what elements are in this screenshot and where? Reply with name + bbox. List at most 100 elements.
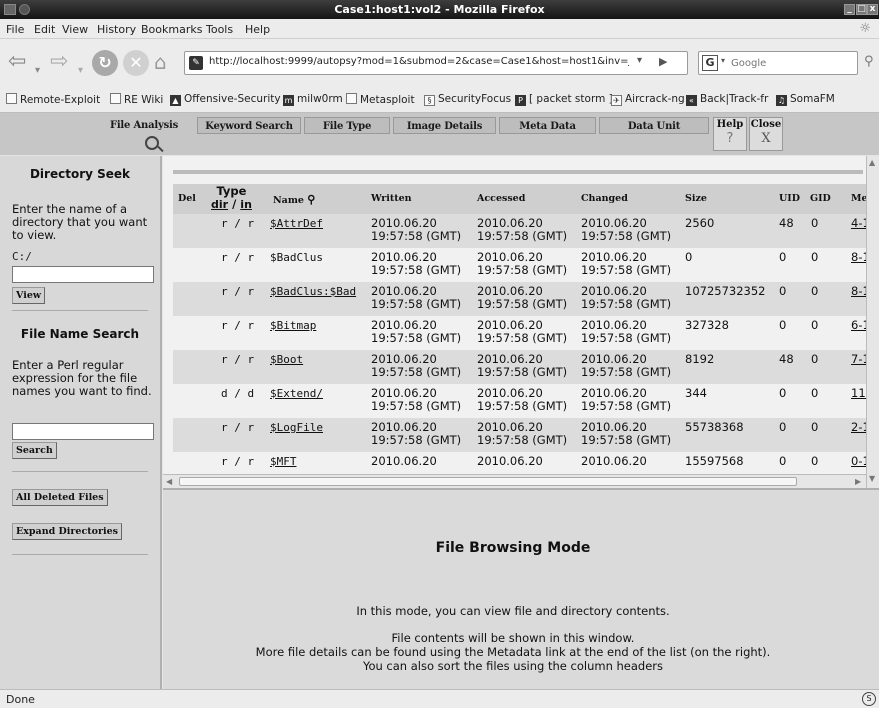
col-name[interactable]: Name ⚲: [273, 193, 315, 206]
go-arrow-icon[interactable]: ▶: [659, 55, 667, 68]
bookmark-metasploit[interactable]: Metasploit: [346, 93, 415, 106]
forward-history-dropdown-icon[interactable]: ▾: [78, 56, 83, 86]
maximize-icon[interactable]: □: [856, 4, 867, 15]
minimize-icon[interactable]: _: [844, 4, 855, 15]
url-bar[interactable]: ✎ http://localhost:9999/autopsy?mod=1&su…: [184, 51, 688, 75]
autopsy-menu: File Analysis Keyword Search File Type I…: [0, 113, 879, 155]
cell-gid: 0: [811, 386, 819, 400]
cell-name[interactable]: $Boot: [270, 353, 303, 366]
tab-meta-data[interactable]: Meta Data: [499, 117, 596, 134]
file-analysis-magnifier-icon: [145, 136, 159, 150]
url-dropdown-icon[interactable]: ▾: [637, 55, 642, 66]
col-written[interactable]: Written: [371, 193, 412, 204]
cell-accessed: 2010.06.20 19:57:58 (GMT): [477, 386, 568, 413]
close-button[interactable]: Close X: [749, 117, 783, 151]
dir-seek-input[interactable]: [12, 266, 154, 283]
menu-file[interactable]: File: [6, 23, 24, 36]
home-button[interactable]: ⌂: [154, 47, 167, 77]
cell-uid: 48: [779, 352, 794, 366]
bookmark-packet-storm[interactable]: P[ packet storm ]: [515, 93, 613, 106]
bookmark-milw0rm[interactable]: m milw0rm: [283, 93, 343, 106]
cell-accessed: 2010.06.20 19:57:58 (GMT): [477, 352, 568, 379]
bookmark-re-wiki[interactable]: RE Wiki: [110, 93, 163, 106]
cell-size: 8192: [685, 352, 715, 366]
menu-view[interactable]: View: [62, 23, 88, 36]
cell-gid: 0: [811, 352, 819, 366]
menu-edit[interactable]: Edit: [34, 23, 55, 36]
cell-type: r / r: [221, 421, 255, 434]
search-input[interactable]: [731, 55, 851, 71]
col-accessed[interactable]: Accessed: [477, 193, 525, 204]
view-button[interactable]: View: [12, 287, 46, 304]
all-deleted-files-button[interactable]: All Deleted Files: [12, 489, 108, 506]
bookmark-somafm[interactable]: ♫ SomaFM: [776, 93, 835, 106]
scroll-right-icon[interactable]: ▶: [855, 477, 861, 486]
bookmark-backtrack-fr[interactable]: «Back|Track-fr: [686, 93, 768, 106]
cell-name[interactable]: $Extend/: [270, 387, 323, 400]
cell-gid: 0: [811, 420, 819, 434]
col-uid[interactable]: UID: [779, 193, 800, 204]
table-row: r / r $AttrDef 2010.06.20 19:57:58 (GMT) 201…: [173, 214, 873, 248]
scroll-down-icon[interactable]: ▼: [869, 474, 875, 483]
somafm-logo-icon: ♫: [776, 95, 787, 106]
cell-uid: 0: [779, 284, 787, 298]
aircrack-logo-icon: ✈: [611, 95, 622, 106]
stop-button[interactable]: ✕: [123, 50, 149, 76]
table-row: r / r $Boot 2010.06.20 19:57:58 (GMT) 2010.0…: [173, 350, 873, 384]
status-bar: Done S: [0, 689, 879, 708]
sort-dir-link[interactable]: dir: [211, 198, 228, 211]
menu-tools[interactable]: Tools: [206, 23, 233, 36]
menu-help[interactable]: Help: [245, 23, 270, 36]
cell-written: 2010.06.20 19:57:58 (GMT): [371, 420, 462, 447]
help-button[interactable]: Help?: [713, 117, 747, 151]
tab-file-analysis[interactable]: File Analysis: [94, 117, 194, 134]
cell-name[interactable]: $MFT: [270, 455, 297, 468]
sort-in-link[interactable]: in: [240, 198, 252, 211]
cell-name[interactable]: $LogFile: [270, 421, 323, 434]
cell-gid: 0: [811, 454, 819, 468]
table-row: d / d $Extend/2010.06.20 19:57:58 (GMT) 201…: [173, 384, 873, 418]
bookmark-aircrack-ng[interactable]: ✈ Aircrack-ng: [611, 93, 685, 106]
file-list-pane: Del Type dir / in Name ⚲ Written Accesse…: [163, 156, 879, 488]
bookmark-offensive-security[interactable]: ▲ Offensive-Security: [170, 93, 281, 106]
menu-bookmarks[interactable]: Bookmarks: [141, 23, 202, 36]
cell-changed: 2010.06.20: [581, 454, 647, 468]
engine-dropdown-icon[interactable]: ▾: [721, 56, 725, 65]
status-security-icon: S: [862, 692, 876, 706]
bookmark-securityfocus[interactable]: § SecurityFocus: [424, 93, 511, 106]
col-del[interactable]: Del: [178, 193, 196, 204]
bookmark-remote-exploit[interactable]: Remote-Exploit: [6, 93, 100, 106]
file-list-vertical-scrollbar[interactable]: ▲ ▼: [866, 156, 879, 488]
cell-name[interactable]: $BadClus:$Bad: [270, 285, 356, 298]
cell-name[interactable]: $AttrDef: [270, 217, 323, 230]
google-engine-icon[interactable]: G: [702, 55, 718, 71]
reload-button[interactable]: ↻: [92, 50, 118, 76]
col-changed[interactable]: Changed: [581, 193, 628, 204]
scroll-left-icon[interactable]: ◀: [166, 477, 172, 486]
cell-uid: 0: [779, 386, 787, 400]
back-button[interactable]: ⇦: [8, 47, 26, 77]
file-list-horizontal-scrollbar[interactable]: ◀ ▶: [163, 474, 866, 488]
tab-file-type[interactable]: File Type: [304, 117, 390, 134]
tab-keyword-search[interactable]: Keyword Search: [197, 117, 301, 134]
menu-bar: File Edit View History Bookmarks Tools H…: [0, 19, 879, 39]
search-go-icon[interactable]: ⚲: [864, 54, 876, 69]
cell-name[interactable]: $Bitmap: [270, 319, 316, 332]
search-bar[interactable]: G ▾: [698, 51, 858, 75]
close-window-icon[interactable]: x: [867, 4, 878, 15]
file-search-input[interactable]: [12, 423, 154, 440]
table-row: r / r $BadClus 2010.06.20 19:57:58 (GMT) 201…: [173, 248, 873, 282]
expand-directories-button[interactable]: Expand Directories: [12, 523, 122, 540]
search-button[interactable]: Search: [12, 442, 57, 459]
tab-data-unit[interactable]: Data Unit: [599, 117, 709, 134]
cell-uid: 48: [779, 216, 794, 230]
col-gid[interactable]: GID: [810, 193, 831, 204]
tab-image-details[interactable]: Image Details: [393, 117, 496, 134]
col-size[interactable]: Size: [685, 193, 707, 204]
scroll-thumb[interactable]: [179, 477, 797, 486]
back-history-dropdown-icon[interactable]: ▾: [35, 56, 40, 86]
menu-history[interactable]: History: [97, 23, 136, 36]
browsing-mode-heading: File Browsing Mode: [435, 540, 591, 556]
forward-button[interactable]: ⇨: [50, 47, 68, 77]
scroll-up-icon[interactable]: ▲: [869, 158, 875, 167]
